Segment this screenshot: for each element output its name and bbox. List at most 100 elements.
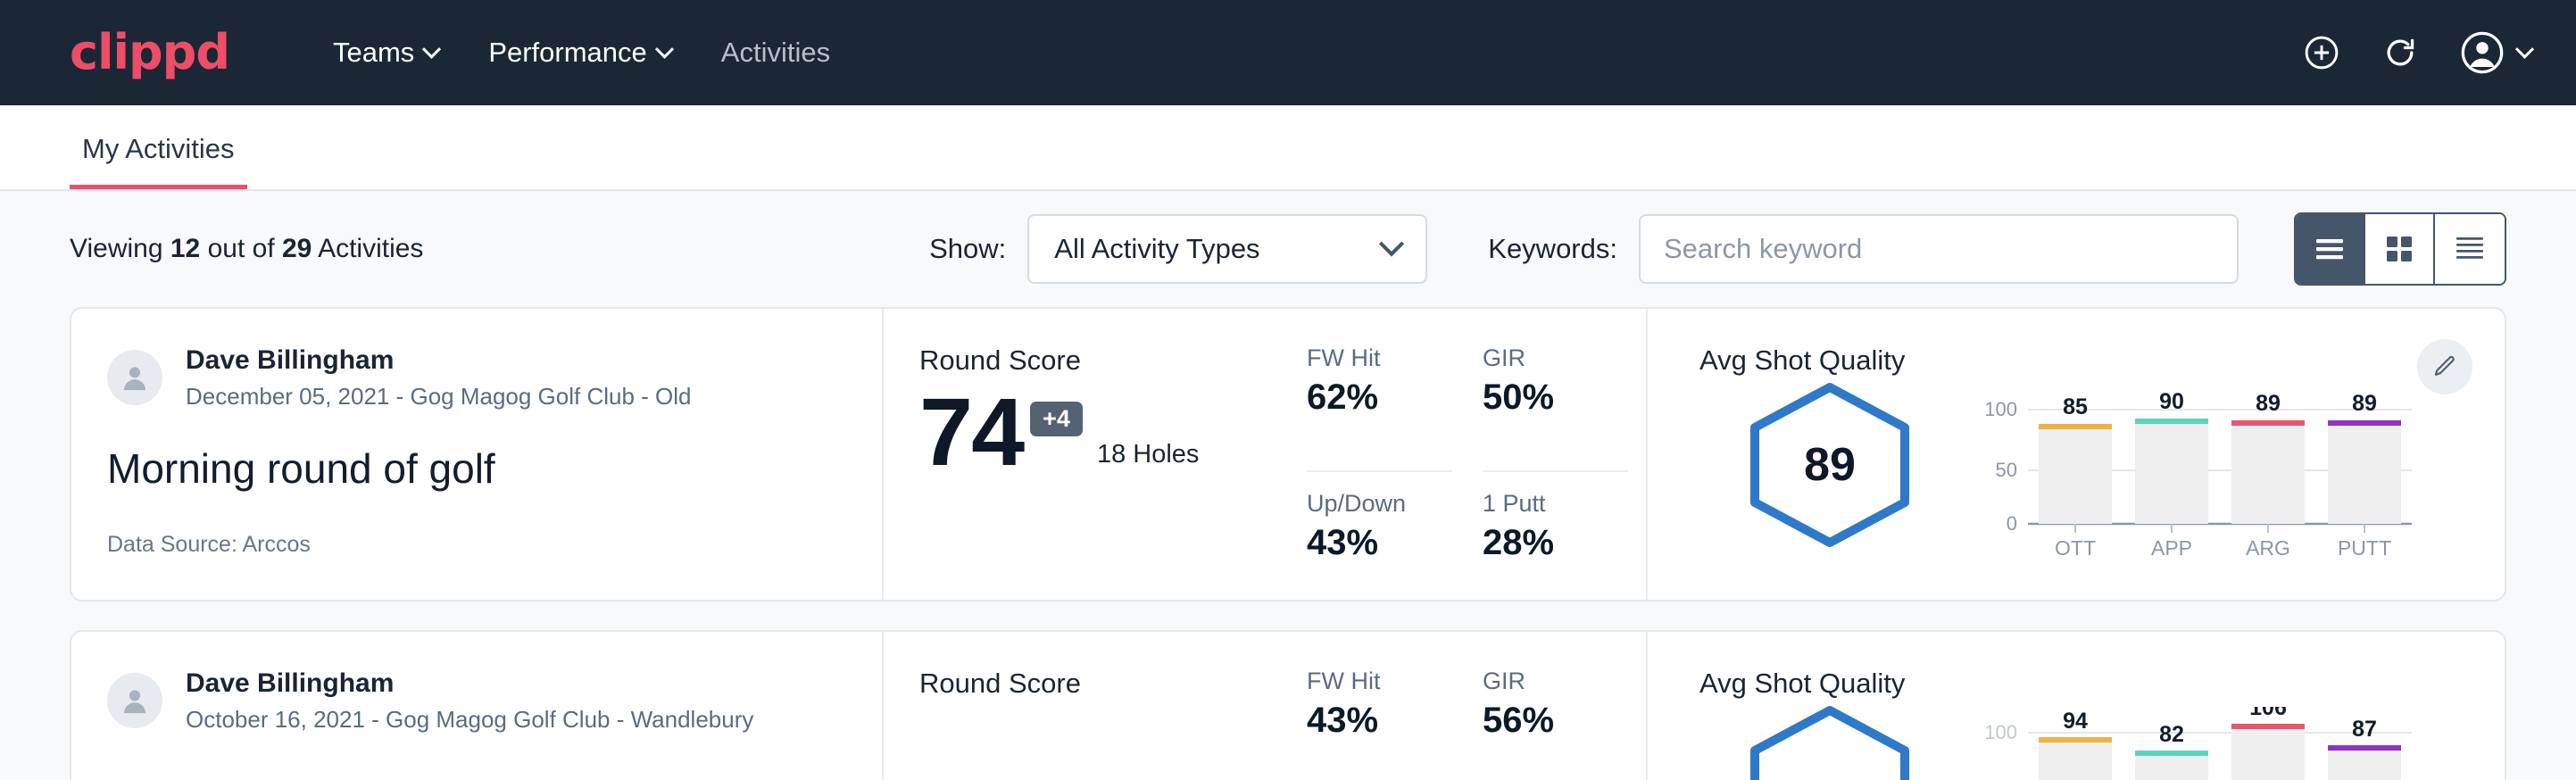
edit-activity-button[interactable]: [2417, 339, 2472, 394]
score-delta-badge: +4: [1030, 402, 1083, 436]
avatar: [107, 350, 162, 405]
bar-label-putt: 89: [2352, 391, 2377, 416]
activity-player: Dave Billingham December 05, 2021 - Gog …: [107, 344, 843, 411]
bar-label-app: 82: [2159, 722, 2184, 747]
activity-meta: October 16, 2021 - Gog Magog Golf Club -…: [186, 706, 753, 734]
nav-item-performance[interactable]: Performance: [463, 28, 695, 78]
filter-toolbar: Viewing 12 out of 29 Activities Show: Al…: [70, 191, 2506, 307]
refresh-icon[interactable]: [2381, 33, 2420, 72]
round-score-section: Round Score 74 +4 18 Holes: [884, 309, 1307, 600]
shot-quality-chart: 100 50 0 85: [1965, 384, 2430, 567]
activity-card[interactable]: Dave Billingham December 05, 2021 - Gog …: [70, 307, 2506, 602]
ytick-100: 100: [1984, 398, 2017, 420]
bar-chart: 100 50 0 94 82: [1965, 707, 2430, 780]
xtick-arg: ARG: [2246, 536, 2290, 560]
stat-gir-label: GIR: [1483, 668, 1628, 695]
round-stats: FW Hit 62% GIR 50% Up/Down 43% 1 Putt 28…: [1307, 309, 1648, 600]
toolbar-controls: Show: All Activity Types Keywords: Searc…: [929, 212, 2506, 286]
round-stats: FW Hit 43% GIR 56%: [1307, 632, 1648, 780]
account-avatar[interactable]: [2459, 29, 2531, 76]
viewing-total: 29: [282, 234, 312, 263]
stat-1-putt: 1 Putt 28%: [1483, 472, 1628, 600]
stat-fw-hit-label: FW Hit: [1307, 668, 1452, 695]
search-placeholder: Search keyword: [1664, 233, 1862, 265]
bar-label-ott: 85: [2063, 394, 2088, 419]
avatar: [107, 673, 162, 728]
viewing-prefix: Viewing: [70, 234, 163, 263]
stat-up-down: Up/Down 43%: [1307, 472, 1452, 600]
xtick-ott: OTT: [2055, 536, 2096, 560]
stat-1-putt-value: 28%: [1483, 523, 1628, 563]
activity-type-value: All Activity Types: [1054, 233, 1383, 265]
shot-quality-value: 89: [1741, 380, 1919, 550]
bar-chart: 100 50 0 85: [1965, 384, 2430, 562]
bar-label-putt: 87: [2352, 717, 2377, 742]
activity-title: Morning round of golf: [107, 444, 843, 493]
activity-data-source: Data Source: Arccos: [107, 532, 843, 558]
grid-view-button[interactable]: [2365, 214, 2435, 284]
player-name: Dave Billingham: [186, 668, 753, 700]
shot-quality-section: Avg Shot Quality 100 50 0: [1648, 632, 2505, 780]
main-content: Viewing 12 out of 29 Activities Show: Al…: [0, 191, 2576, 780]
avg-shot-quality-label: Avg Shot Quality: [1699, 668, 2469, 700]
shot-quality-value: [1741, 703, 1919, 780]
chevron-down-icon: [655, 39, 674, 58]
shot-quality-chart: 100 50 0 94 82: [1965, 707, 2430, 780]
viewing-count: 12: [170, 234, 200, 263]
ytick-0: 0: [2007, 512, 2017, 535]
person-icon: [117, 360, 153, 395]
viewing-summary: Viewing 12 out of 29 Activities: [70, 234, 423, 264]
round-score-section: Round Score: [884, 632, 1307, 780]
holes-label: 18 Holes: [1097, 440, 1199, 469]
nav-item-activities-label: Activities: [721, 37, 830, 69]
stat-up-down-value: 43%: [1307, 523, 1452, 563]
activity-info: Dave Billingham October 16, 2021 - Gog M…: [71, 632, 884, 780]
top-navigation-bar: clippd Teams Performance Activities: [0, 0, 2576, 105]
stat-fw-hit-label: FW Hit: [1307, 344, 1452, 372]
pencil-icon: [2431, 353, 2458, 380]
person-icon: [117, 683, 153, 718]
nav-item-activities[interactable]: Activities: [696, 28, 855, 78]
list-view-button[interactable]: [2296, 214, 2365, 284]
chevron-down-icon: [2515, 39, 2534, 58]
chevron-down-icon: [422, 39, 441, 58]
xtick-app: APP: [2151, 536, 2192, 560]
nav-item-teams[interactable]: Teams: [308, 28, 463, 78]
compact-view-button[interactable]: [2435, 214, 2505, 284]
tab-my-activities[interactable]: My Activities: [70, 133, 247, 189]
stat-gir-label: GIR: [1483, 344, 1628, 372]
stat-gir: GIR 56%: [1483, 668, 1628, 780]
player-name: Dave Billingham: [186, 344, 692, 377]
add-icon[interactable]: [2302, 33, 2341, 72]
stat-gir-value: 50%: [1483, 378, 1628, 418]
activity-player: Dave Billingham October 16, 2021 - Gog M…: [107, 668, 843, 734]
viewing-suffix: Activities: [318, 234, 423, 263]
activity-card[interactable]: Dave Billingham October 16, 2021 - Gog M…: [70, 630, 2506, 780]
stat-fw-hit-value: 43%: [1307, 701, 1452, 741]
search-input[interactable]: Search keyword: [1639, 214, 2239, 284]
activity-type-select[interactable]: All Activity Types: [1027, 214, 1427, 284]
shot-quality-hexagon: [1741, 703, 1919, 780]
show-label: Show:: [929, 233, 1006, 265]
view-mode-toggle: [2294, 212, 2506, 286]
shot-quality-hexagon: 89: [1741, 380, 1919, 550]
list-icon: [2314, 237, 2345, 261]
activity-info: Dave Billingham December 05, 2021 - Gog …: [71, 309, 884, 600]
clippd-logo[interactable]: clippd: [70, 29, 229, 77]
bar-label-arg: 106: [2249, 707, 2287, 720]
ytick-100: 100: [1984, 721, 2017, 743]
stat-fw-hit-value: 62%: [1307, 378, 1452, 418]
round-score-value: 74: [919, 386, 1023, 478]
activity-meta: December 05, 2021 - Gog Magog Golf Club …: [186, 383, 692, 411]
compact-list-icon: [2455, 236, 2485, 262]
bar-label-app: 90: [2159, 389, 2184, 414]
stat-gir: GIR 50%: [1483, 344, 1628, 472]
tab-my-activities-label: My Activities: [82, 133, 235, 164]
stat-1-putt-label: 1 Putt: [1483, 490, 1628, 518]
round-score-label: Round Score: [919, 344, 1307, 377]
stat-fw-hit: FW Hit 43%: [1307, 668, 1452, 780]
stat-fw-hit: FW Hit 62%: [1307, 344, 1452, 472]
stat-up-down-label: Up/Down: [1307, 490, 1452, 518]
bar-label-ott: 94: [2063, 709, 2088, 734]
avg-shot-quality-label: Avg Shot Quality: [1699, 344, 2469, 377]
